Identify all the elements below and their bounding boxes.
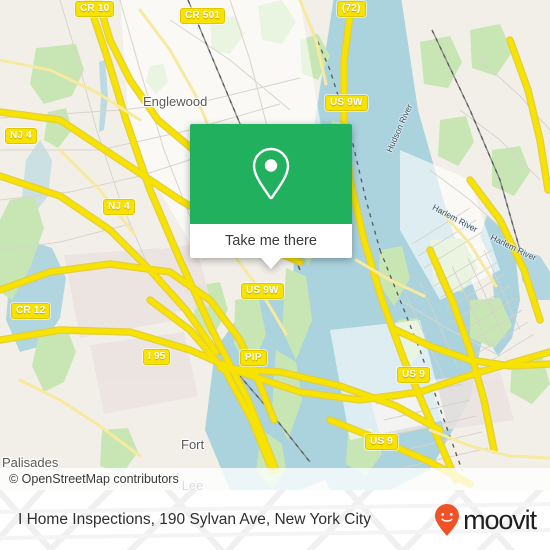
- moovit-logo[interactable]: moovit: [434, 503, 537, 537]
- map-attribution-bar: © OpenStreetMap contributors: [0, 468, 550, 490]
- footer-title: I Home Inspections, 190 Sylvan Ave, New …: [18, 511, 371, 528]
- location-popup-card[interactable]: Take me there: [190, 124, 352, 269]
- map-result-screenshot: Englewood Fort Lee Palisades Park Hudson…: [0, 0, 550, 550]
- road-shield-us-9[interactable]: US 9: [365, 434, 399, 450]
- moovit-smiley-pin-icon: [435, 504, 460, 536]
- footer-bar: I Home Inspections, 190 Sylvan Ave, New …: [0, 490, 550, 550]
- road-shield-cr-12[interactable]: CR 12: [11, 303, 51, 319]
- road-shield-cr-10[interactable]: CR 10: [75, 1, 115, 17]
- attribution-text[interactable]: © OpenStreetMap contributors: [0, 472, 179, 486]
- take-me-there-label: Take me there: [225, 233, 317, 249]
- popup-card-header: [190, 124, 352, 224]
- road-shield-us-9[interactable]: US 9: [397, 367, 431, 383]
- road-shield-pip[interactable]: PIP: [240, 350, 267, 366]
- road-shield-nj-4[interactable]: NJ 4: [5, 128, 37, 144]
- popup-pointer-tail: [260, 257, 282, 269]
- road-shield-i-95[interactable]: I 95: [143, 349, 171, 365]
- road-shield-nj-4[interactable]: NJ 4: [103, 199, 135, 215]
- location-pin-icon: [252, 147, 290, 200]
- road-shield-72[interactable]: (72): [337, 1, 366, 17]
- road-shield-us-9w[interactable]: US 9W: [325, 95, 368, 111]
- road-shield-cr-501[interactable]: CR 501: [180, 8, 226, 24]
- map-canvas[interactable]: Englewood Fort Lee Palisades Park Hudson…: [0, 0, 550, 490]
- take-me-there-button[interactable]: Take me there: [190, 224, 352, 269]
- road-shield-us-9w[interactable]: US 9W: [241, 283, 284, 299]
- moovit-wordmark: moovit: [463, 504, 537, 535]
